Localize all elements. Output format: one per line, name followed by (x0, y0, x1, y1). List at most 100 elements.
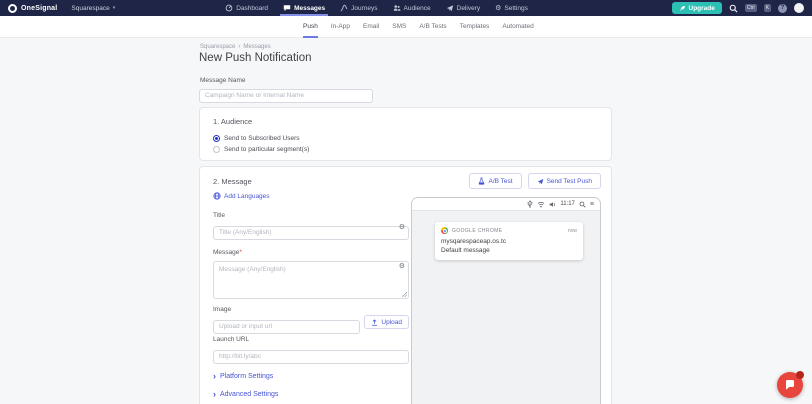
nav-settings[interactable]: ⚙ Settings (495, 0, 528, 16)
help-button[interactable]: ? (778, 3, 787, 13)
tab-email[interactable]: Email (363, 16, 379, 38)
radio-selected-icon (213, 135, 220, 142)
ab-test-label: A/B Test (488, 177, 513, 185)
push-preview-phone: 11:17 ≡ GOOGLE CHROME now mysqarespaceap… (411, 197, 601, 404)
message-label-row: Message* (213, 241, 409, 259)
send-test-push-button[interactable]: Send Test Push (527, 173, 601, 189)
nav-dashboard[interactable]: Dashboard (225, 0, 268, 16)
chat-bubble-icon (786, 380, 794, 390)
nav-audience[interactable]: Audience (393, 0, 431, 16)
phone-search-icon (579, 201, 586, 208)
send-icon (537, 178, 543, 184)
tab-sms-label: SMS (392, 23, 407, 30)
messages-icon (283, 5, 291, 11)
send-test-push-label: Send Test Push (546, 177, 592, 185)
platform-settings-toggle[interactable]: › Platform Settings (213, 372, 409, 381)
title-input[interactable] (213, 225, 409, 240)
usb-icon (527, 200, 533, 208)
audience-icon (393, 5, 401, 11)
upload-button[interactable]: Upload (364, 315, 409, 329)
audience-card: 1. Audience Send to Subscribed Users Sen… (199, 107, 612, 161)
topbar-right: Upgrade Ctrl K ? (671, 2, 804, 14)
add-languages-link[interactable]: Add Languages (213, 192, 270, 200)
message-heading: 2. Message (213, 177, 252, 186)
tab-ab-tests-label: A/B Tests (419, 23, 447, 30)
notification-body: Default message (441, 247, 490, 254)
preview-notification: GOOGLE CHROME now mysqarespaceap.os.tc D… (435, 222, 583, 260)
delivery-icon (446, 5, 453, 12)
message-field-wrap: ⚙ (213, 261, 409, 299)
radio-particular-segments[interactable]: Send to particular segment(s) (213, 146, 309, 153)
resize-handle[interactable] (402, 292, 407, 297)
message-personalization-gear-icon[interactable]: ⚙ (399, 263, 405, 270)
kbd-k: K (763, 4, 771, 12)
notification-badge (796, 371, 804, 379)
launch-url-input[interactable] (213, 349, 409, 364)
push-form: Title ⚙ Message* ⚙ Image Upload (213, 211, 409, 399)
message-textarea[interactable] (213, 261, 409, 299)
image-field-row: Upload (213, 315, 409, 334)
search-icon[interactable] (729, 4, 738, 13)
main-nav: Dashboard Messages Journeys Audience Del… (225, 0, 528, 16)
message-card: 2. Message A/B Test Send Test Push Add L… (199, 166, 612, 404)
nav-messages-label: Messages (294, 4, 326, 12)
breadcrumb-page[interactable]: Messages (243, 44, 270, 50)
message-name-input[interactable] (199, 88, 373, 103)
launch-url-label: Launch URL (213, 336, 250, 343)
breadcrumb-app[interactable]: Squarespace (200, 44, 235, 50)
launch-url-field-wrap (213, 345, 409, 364)
nav-messages[interactable]: Messages (280, 0, 329, 16)
radio-subscribed-users[interactable]: Send to Subscribed Users (213, 135, 300, 142)
image-url-input[interactable] (213, 319, 361, 334)
nav-delivery-label: Delivery (456, 4, 481, 12)
breadcrumb-separator: › (238, 44, 241, 50)
user-avatar[interactable] (794, 3, 804, 13)
status-time: 11:17 (560, 201, 575, 207)
dashboard-icon (225, 4, 233, 12)
message-type-tabs: Push In-App Email SMS A/B Tests Template… (0, 16, 812, 38)
radio-subscribed-users-label: Send to Subscribed Users (224, 135, 300, 142)
breadcrumb: Squarespace › Messages (200, 44, 271, 50)
ab-test-button[interactable]: A/B Test (469, 173, 522, 189)
chevron-right-icon: › (213, 371, 216, 381)
tab-push[interactable]: Push (303, 16, 318, 38)
kbd-ctrl: Ctrl (744, 4, 757, 12)
radio-unselected-icon (213, 146, 220, 153)
message-label: Message (213, 249, 240, 256)
tab-templates[interactable]: Templates (460, 16, 490, 38)
journeys-icon (340, 4, 348, 12)
tab-push-label: Push (303, 23, 318, 30)
app-selector[interactable]: Squarespace ▾ (71, 5, 115, 12)
image-field-wrap (213, 315, 361, 334)
globe-icon (213, 192, 221, 200)
nav-journeys[interactable]: Journeys (340, 0, 378, 16)
notification-title: mysqarespaceap.os.tc (441, 238, 507, 245)
phone-menu-icon: ≡ (589, 200, 594, 208)
title-field-wrap: ⚙ (213, 221, 409, 240)
tab-sms[interactable]: SMS (392, 16, 406, 38)
message-actions: A/B Test Send Test Push (469, 173, 601, 189)
support-chat-button[interactable] (777, 371, 804, 398)
notification-app-name: GOOGLE CHROME (452, 227, 503, 234)
upgrade-button[interactable]: Upgrade (671, 2, 722, 14)
radio-particular-segments-label: Send to particular segment(s) (224, 146, 310, 153)
notification-header: GOOGLE CHROME now (441, 227, 577, 234)
required-asterisk: * (239, 249, 242, 256)
advanced-settings-toggle[interactable]: › Advanced Settings (213, 390, 409, 399)
tab-ab-tests[interactable]: A/B Tests (419, 16, 446, 38)
tab-in-app[interactable]: In-App (331, 16, 350, 38)
tab-email-label: Email (362, 23, 380, 30)
tab-automated[interactable]: Automated (502, 16, 533, 38)
app-selector-label: Squarespace (71, 4, 110, 12)
chrome-icon (441, 227, 448, 234)
title-personalization-gear-icon[interactable]: ⚙ (399, 224, 405, 231)
wifi-icon (537, 201, 545, 207)
image-label: Image (213, 306, 232, 313)
rocket-icon (679, 5, 685, 11)
onesignal-logo-icon (8, 3, 17, 13)
platform-settings-label: Platform Settings (220, 373, 274, 380)
message-name-field-wrap (199, 84, 373, 103)
nav-dashboard-label: Dashboard (236, 4, 269, 12)
nav-delivery[interactable]: Delivery (446, 0, 480, 16)
audience-heading: 1. Audience (213, 117, 253, 126)
